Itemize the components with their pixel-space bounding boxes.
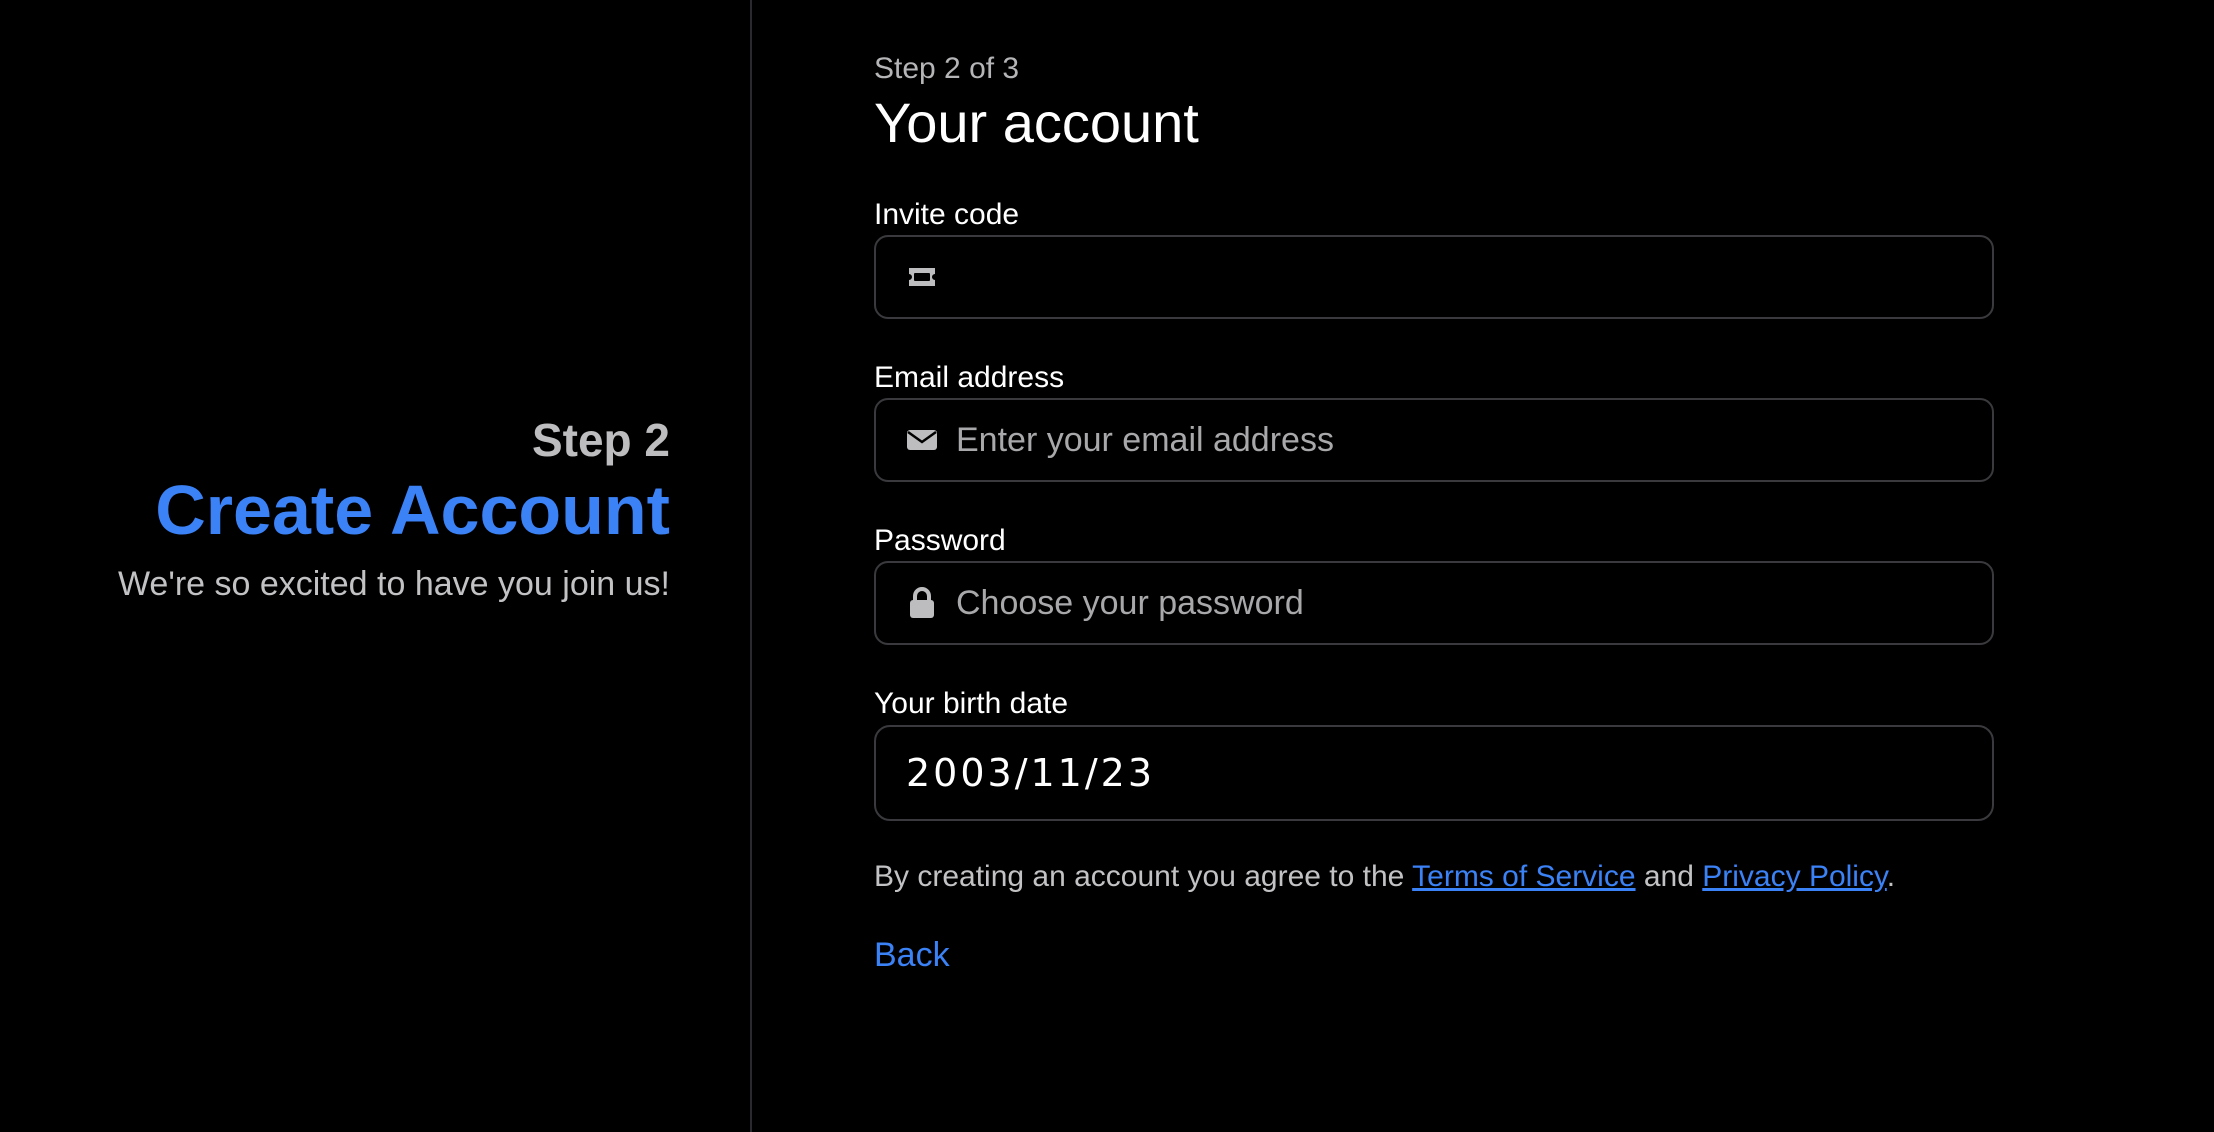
privacy-policy-link[interactable]: Privacy Policy (1702, 860, 1886, 893)
legal-prefix: By creating an account you agree to the (874, 860, 1413, 893)
left-intro: Step 2 Create Account We're so excited t… (118, 410, 670, 608)
create-account-title: Create Account (155, 471, 670, 549)
lock-icon (906, 587, 938, 619)
legal-middle: and (1635, 860, 1703, 893)
terms-of-service-link[interactable]: Terms of Service (1412, 860, 1635, 893)
email-label: Email address (874, 361, 1065, 394)
birth-date-field[interactable]: 2003/11/23 (874, 725, 1994, 821)
back-button[interactable]: Back (874, 936, 950, 975)
invite-code-label: Invite code (874, 198, 1020, 231)
envelope-icon (906, 424, 938, 456)
ticket-icon (906, 261, 938, 293)
app-root: Step 2 Create Account We're so excited t… (0, 0, 2214, 1132)
birth-date-input[interactable]: 2003/11/23 (906, 751, 1155, 795)
password-input[interactable]: Choose your password (956, 584, 1304, 623)
password-field[interactable]: Choose your password (874, 561, 1994, 645)
left-panel: Step 2 Create Account We're so excited t… (0, 0, 752, 1132)
birth-date-label: Your birth date (874, 687, 1069, 720)
legal-notice: By creating an account you agree to the … (874, 860, 1895, 894)
page-title: Your account (874, 91, 1199, 154)
email-input[interactable]: Enter your email address (956, 421, 1334, 460)
legal-suffix: . (1886, 860, 1896, 893)
password-label: Password (874, 524, 1006, 557)
email-field[interactable]: Enter your email address (874, 398, 1994, 482)
welcome-subtitle: We're so excited to have you join us! (117, 565, 670, 603)
invite-code-field[interactable] (874, 235, 1994, 319)
step-label: Step 2 (531, 414, 670, 466)
step-indicator: Step 2 of 3 (874, 52, 1020, 85)
